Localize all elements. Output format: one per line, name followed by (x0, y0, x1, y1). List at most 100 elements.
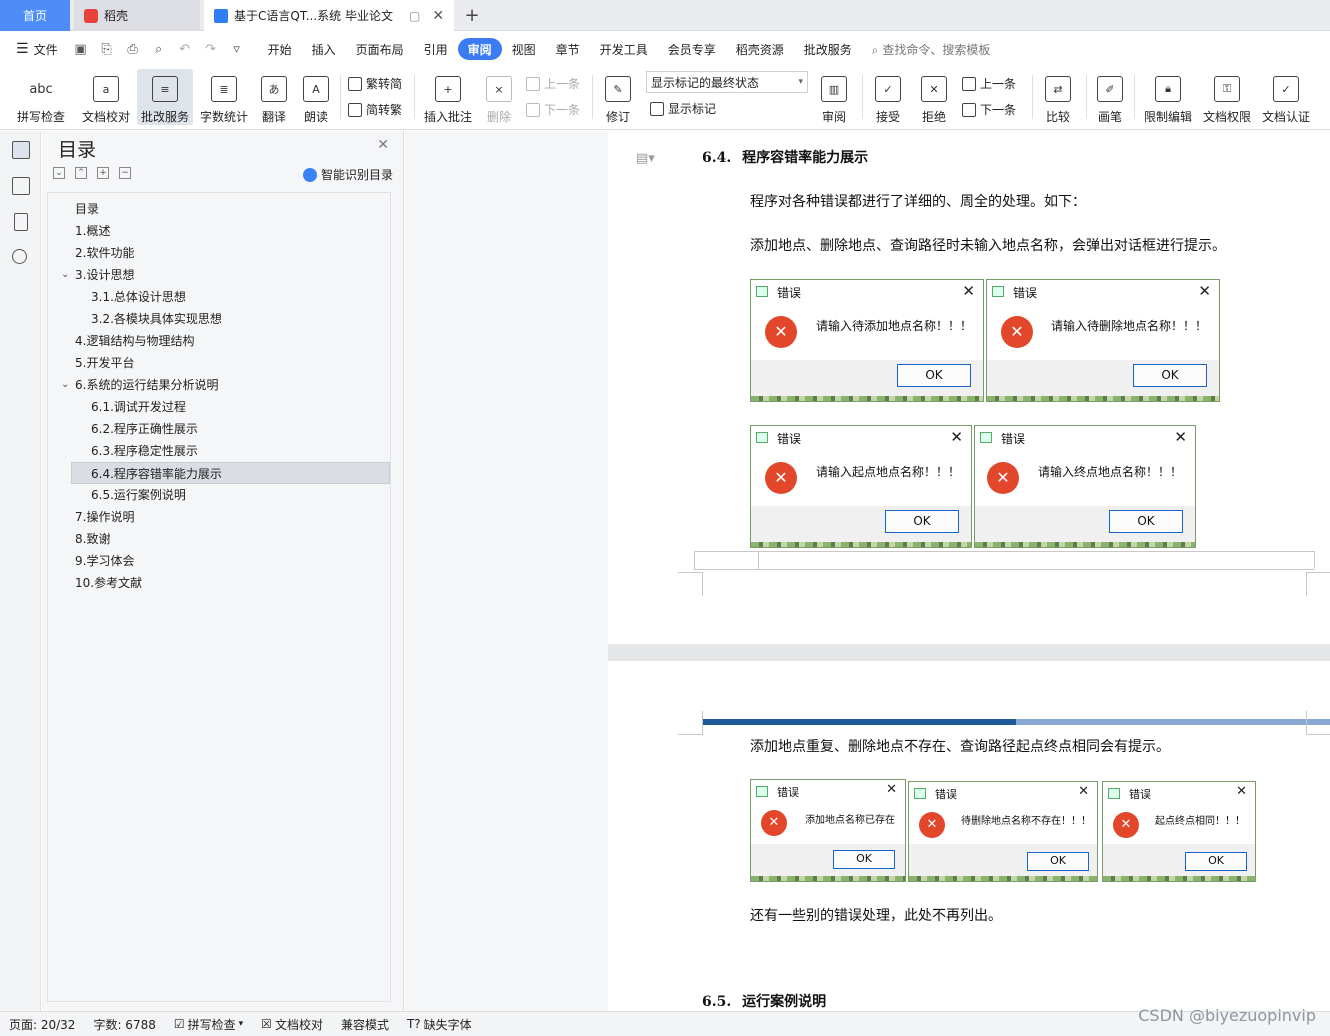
delete-comment-button[interactable]: × 删除 (480, 69, 518, 125)
toc-item[interactable]: 7.操作说明 (75, 506, 134, 528)
toc-item[interactable]: 3.2.各模块具体实现思想 (91, 308, 222, 330)
accept-button[interactable]: ✓ 接受 (868, 69, 908, 125)
file-menu[interactable]: ☰ 文件 (6, 38, 68, 60)
new-tab-button[interactable]: + (460, 0, 484, 31)
ok-button[interactable]: OK (1109, 510, 1183, 533)
traditional-to-simplified-button[interactable]: 繁转简 (348, 75, 402, 92)
tab-document[interactable]: 基于C语言QT...系统 毕业论文 ▢ ✕ (204, 0, 454, 31)
navigation-icon[interactable] (12, 177, 30, 195)
document-area[interactable]: ▤▾ 6.4. 程序容错率能力展示 程序对各种错误都进行了详细的、周全的处理。如… (608, 131, 1330, 1011)
toc-item[interactable]: 5.开发平台 (75, 352, 134, 374)
correction-service-button[interactable]: ≡ 批改服务 (137, 69, 193, 125)
menu-daoke-resources[interactable]: 稻壳资源 (726, 38, 794, 60)
chevron-down-icon[interactable]: ⌄ (61, 269, 69, 280)
export-pdf-icon[interactable]: ⎘ (99, 41, 115, 57)
menu-references[interactable]: 引用 (414, 38, 458, 60)
toc-item[interactable]: 6.2.程序正确性展示 (91, 418, 198, 440)
menu-correction-service[interactable]: 批改服务 (794, 38, 862, 60)
page-options-icon[interactable]: ▤▾ (636, 151, 655, 166)
page-indicator[interactable]: 页面: 20/32 (0, 1016, 84, 1033)
redo-icon[interactable]: ↷ (203, 41, 219, 57)
close-icon[interactable]: ✕ (962, 282, 975, 300)
toc-item[interactable]: 6.1.调试开发过程 (91, 396, 186, 418)
track-changes-button[interactable]: ✎ 修订 (598, 69, 638, 125)
simplified-to-traditional-button[interactable]: 简转繁 (348, 101, 402, 118)
chevron-down-icon[interactable]: ⌄ (61, 379, 69, 390)
toc-item[interactable]: 1.概述 (75, 220, 110, 242)
toc-item[interactable]: 10.参考文献 (75, 572, 142, 594)
collapse-all-icon[interactable]: ⌃ (75, 167, 87, 179)
bookmark-icon[interactable] (14, 213, 28, 231)
close-icon[interactable]: ✕ (1078, 784, 1089, 799)
close-icon[interactable]: ✕ (886, 782, 897, 797)
tab-daoke[interactable]: 稻壳 (74, 0, 200, 31)
next-comment-button[interactable]: 下一条 (526, 101, 580, 118)
close-icon[interactable]: ✕ (950, 428, 963, 446)
search-icon[interactable] (12, 249, 27, 264)
doc-certify-button[interactable]: ✓ 文档认证 (1258, 69, 1314, 125)
proofread-status[interactable]: ☒ 文档校对 (252, 1016, 332, 1033)
remove-level-icon[interactable]: − (119, 167, 131, 179)
ok-button[interactable]: OK (1185, 852, 1247, 871)
compat-mode-indicator[interactable]: 兼容模式 (332, 1016, 398, 1033)
toc-item-selected[interactable]: 6.4.程序容错率能力展示 (71, 462, 390, 484)
add-level-icon[interactable]: + (97, 167, 109, 179)
ok-button[interactable]: OK (1133, 364, 1207, 387)
doc-permission-button[interactable]: ⚿ 文档权限 (1199, 69, 1255, 125)
toc-item[interactable]: 6.系统的运行结果分析说明 (75, 374, 218, 396)
spell-check-status[interactable]: ☑ 拼写检查 ▾ (165, 1016, 252, 1033)
pen-button[interactable]: ✐ 画笔 (1092, 69, 1128, 125)
ok-button[interactable]: OK (885, 510, 959, 533)
compare-button[interactable]: ⇄ 比较 (1038, 69, 1078, 125)
toc-item[interactable]: 3.1.总体设计思想 (91, 286, 186, 308)
ok-button[interactable]: OK (833, 850, 895, 869)
toc-item[interactable]: 6.3.程序稳定性展示 (91, 440, 198, 462)
expand-all-icon[interactable]: ⌄ (53, 167, 65, 179)
tab-home[interactable]: 首页 (0, 0, 70, 31)
toc-item[interactable]: 2.软件功能 (75, 242, 134, 264)
close-tab-icon[interactable]: ✕ (432, 8, 444, 24)
markup-state-select[interactable]: 显示标记的最终状态 (646, 71, 808, 93)
read-aloud-button[interactable]: A 朗读 (298, 69, 334, 125)
close-icon[interactable]: ✕ (1236, 784, 1247, 799)
command-search[interactable]: ⌕ 查找命令、搜索模板 (872, 41, 991, 58)
restrict-editing-button[interactable]: 🔒︎ 限制编辑 (1140, 69, 1196, 125)
menu-section[interactable]: 章节 (546, 38, 590, 60)
toc-item[interactable]: 目录 (75, 198, 99, 220)
close-icon[interactable]: ✕ (377, 137, 389, 153)
word-count-indicator[interactable]: 字数: 6788 (84, 1016, 164, 1033)
menu-developer[interactable]: 开发工具 (590, 38, 658, 60)
toc-item[interactable]: 9.学习体会 (75, 550, 134, 572)
toc-item[interactable]: 4.逻辑结构与物理结构 (75, 330, 194, 352)
prev-comment-button[interactable]: 上一条 (526, 75, 580, 92)
print-preview-icon[interactable]: ⌕ (151, 41, 167, 57)
menu-view[interactable]: 视图 (502, 38, 546, 60)
spell-check-button[interactable]: abc 拼写检查 (10, 69, 72, 125)
close-icon[interactable]: ✕ (1198, 282, 1211, 300)
outline-icon[interactable] (12, 141, 30, 159)
toc-item[interactable]: 6.5.运行案例说明 (91, 484, 186, 506)
menu-review[interactable]: 审阅 (457, 38, 502, 60)
smart-toc-button[interactable]: 智能识别目录 (302, 166, 393, 183)
ok-button[interactable]: OK (897, 364, 971, 387)
save-icon[interactable]: ▣ (73, 41, 89, 57)
translate-button[interactable]: あ 翻译 (255, 69, 293, 125)
toc-item[interactable]: 8.致谢 (75, 528, 110, 550)
show-markup-button[interactable]: 显示标记 (650, 100, 716, 117)
missing-font-status[interactable]: T? 缺失字体 (398, 1016, 481, 1033)
undo-icon[interactable]: ↶ (177, 41, 193, 57)
menu-start[interactable]: 开始 (258, 38, 302, 60)
word-count-button[interactable]: ≣ 字数统计 (196, 69, 252, 125)
insert-comment-button[interactable]: + 插入批注 (420, 69, 476, 125)
customize-quick-access-icon[interactable]: ▿ (229, 41, 245, 57)
ok-button[interactable]: OK (1027, 852, 1089, 871)
menu-insert[interactable]: 插入 (302, 38, 346, 60)
proofread-button[interactable]: a 文档校对 (78, 69, 134, 125)
review-pane-button[interactable]: ▥ 审阅 (814, 69, 854, 125)
menu-page-layout[interactable]: 页面布局 (346, 38, 414, 60)
next-change-button[interactable]: 下一条 (962, 101, 1016, 118)
close-icon[interactable]: ✕ (1174, 428, 1187, 446)
toc-item[interactable]: 3.设计思想 (75, 264, 134, 286)
menu-member[interactable]: 会员专享 (658, 38, 726, 60)
prev-change-button[interactable]: 上一条 (962, 75, 1016, 92)
